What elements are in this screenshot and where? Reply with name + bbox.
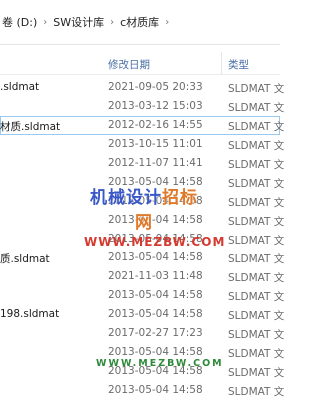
column-divider[interactable] — [221, 52, 222, 74]
file-date: 2017-02-27 17:23 — [108, 327, 203, 340]
file-type: SLDMAT 文 — [228, 177, 285, 190]
table-row[interactable]: 2013-05-04 14:58 SLDMAT 文 — [0, 286, 284, 305]
file-type: SLDMAT 文 — [228, 348, 285, 361]
file-type: SLDMAT 文 — [228, 386, 285, 398]
file-type: SLDMAT 文 — [228, 329, 285, 342]
file-date: 2013-05-04 14:58 — [108, 346, 203, 359]
file-date: 2021-09-05 20:33 — [108, 81, 203, 93]
file-type: SLDMAT 文 — [228, 158, 285, 171]
column-header-bar: 修改日期 类型 — [0, 52, 280, 75]
file-type: SLDMAT 文 — [228, 367, 285, 380]
watermark-url-bottom: WWW.MEZBW.COM — [96, 358, 224, 369]
breadcrumb-folder-sw[interactable]: SW设计库 — [51, 14, 106, 30]
file-date: 2013-03-12 15:03 — [108, 99, 203, 112]
file-type: SLDMAT 文 — [228, 139, 285, 152]
column-header-type[interactable]: 类型 — [228, 57, 249, 72]
breadcrumb-folder-material[interactable]: c材质库 — [118, 14, 161, 30]
file-date: 2012-02-16 14:55 — [108, 118, 203, 131]
file-list: .sldmat 2021-09-05 20:33 SLDMAT 文 2013-03-… — [0, 78, 284, 400]
table-row[interactable]: 质.sldmat 2013-05-04 14:58 SLDMAT 文 — [0, 248, 284, 267]
table-row[interactable]: 2012-11-07 11:41 SLDMAT 文 — [0, 154, 284, 173]
file-type: SLDMAT 文 — [228, 234, 285, 247]
file-date: 2013-05-04 14:58 — [108, 213, 203, 226]
file-date: 2013-05-04 14:58 — [108, 232, 203, 245]
file-name: 质.sldmat — [0, 253, 50, 266]
column-header-date[interactable]: 修改日期 — [108, 57, 150, 72]
file-type: SLDMAT 文 — [228, 272, 285, 285]
table-row[interactable]: 2013-05-04 14:58 SLDMAT 文 — [0, 230, 284, 249]
file-type: SLDMAT 文 — [228, 253, 285, 266]
table-row[interactable]: 2017-02-27 17:23 SLDMAT 文 — [0, 324, 284, 343]
file-name: .sldmat — [0, 81, 40, 93]
chevron-right-icon[interactable]: › — [161, 17, 173, 28]
table-row[interactable]: 2013-10-15 11:01 SLDMAT 文 — [0, 135, 284, 154]
file-type: SLDMAT 文 — [228, 120, 285, 133]
breadcrumb-drive[interactable]: 卷 (D:) — [0, 14, 39, 30]
file-type: SLDMAT 文 — [228, 215, 285, 228]
file-name: 材质.sldmat — [0, 120, 61, 133]
table-row[interactable]: 2013-05-04 14:58 SLDMAT 文 — [0, 381, 284, 400]
table-row[interactable]: 2013-05-04 14:58 SLDMAT 文 — [0, 211, 284, 230]
file-type: SLDMAT 文 — [228, 310, 285, 323]
file-date: 2013-05-04 14:58 — [108, 251, 203, 264]
file-date: 2013-05-04 14:58 — [108, 308, 203, 321]
file-type: SLDMAT 文 — [228, 291, 285, 304]
table-row[interactable]: 2013-05-04 14:58 SLDMAT 文 — [0, 192, 284, 211]
file-date: 2013-10-15 11:01 — [108, 137, 203, 150]
table-row[interactable]: 2013-03-12 15:03 SLDMAT 文 — [0, 97, 284, 116]
table-row[interactable]: 2021-11-03 11:48 SLDMAT 文 — [0, 267, 284, 286]
table-row[interactable]: .sldmat 2021-09-05 20:33 SLDMAT 文 — [0, 78, 284, 97]
file-date: 2021-11-03 11:48 — [108, 270, 203, 283]
file-type: SLDMAT 文 — [228, 83, 285, 95]
file-date: 2013-05-04 14:58 — [108, 175, 203, 188]
chevron-right-icon[interactable]: › — [106, 17, 118, 28]
file-date: 2013-05-04 14:58 — [108, 194, 203, 207]
file-type: SLDMAT 文 — [228, 196, 285, 209]
breadcrumb: 卷 (D:) › SW设计库 › c材质库 › — [0, 0, 280, 45]
file-date: 2013-05-04 14:58 — [108, 289, 203, 302]
file-date: 2013-05-04 14:58 — [108, 384, 203, 396]
chevron-right-icon[interactable]: › — [39, 17, 51, 28]
table-row-selected[interactable]: 材质.sldmat 2012-02-16 14:55 SLDMAT 文 — [0, 115, 284, 135]
file-date: 2012-11-07 11:41 — [108, 156, 203, 169]
table-row[interactable]: 198.sldmat 2013-05-04 14:58 SLDMAT 文 — [0, 305, 284, 324]
file-type: SLDMAT 文 — [228, 101, 285, 114]
file-name: 198.sldmat — [0, 308, 60, 321]
table-row[interactable]: 2013-05-04 14:58 SLDMAT 文 — [0, 173, 284, 192]
